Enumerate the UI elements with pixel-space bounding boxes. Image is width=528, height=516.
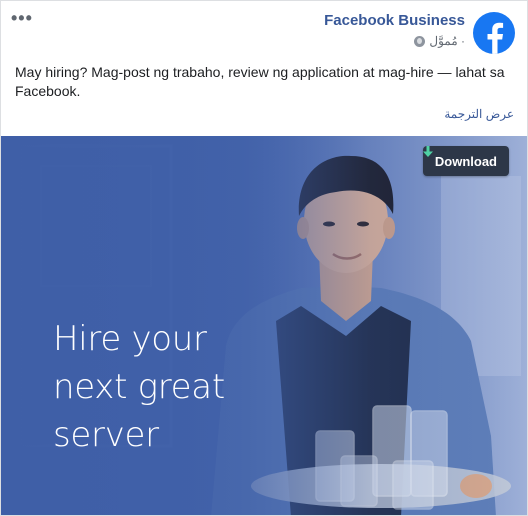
page-name-link[interactable]: Facebook Business xyxy=(324,12,465,29)
globe-icon[interactable] xyxy=(414,35,426,47)
ad-headline: Hire your next great server xyxy=(53,315,225,459)
post-meta: مُموَّل · xyxy=(414,34,465,48)
ad-image[interactable]: Hire your next great server Download xyxy=(1,136,527,515)
headline-line-1: Hire your xyxy=(53,319,207,359)
facebook-logo-icon[interactable] xyxy=(473,12,515,54)
more-options-icon[interactable]: ••• xyxy=(11,9,33,27)
sponsored-label[interactable]: مُموَّل · xyxy=(429,34,465,48)
headline-line-2: next great xyxy=(53,367,225,407)
headline-line-3: server xyxy=(53,415,159,455)
post-text: May hiring? Mag-post ng trabaho, review … xyxy=(15,64,505,99)
see-translation-link[interactable]: عرض الترجمة xyxy=(444,107,514,121)
download-label: Download xyxy=(434,153,497,169)
download-arrow-icon xyxy=(422,146,433,157)
sponsored-post-card: ••• Facebook Business مُموَّل · May hiri… xyxy=(0,0,528,516)
download-button[interactable]: Download xyxy=(422,146,509,176)
